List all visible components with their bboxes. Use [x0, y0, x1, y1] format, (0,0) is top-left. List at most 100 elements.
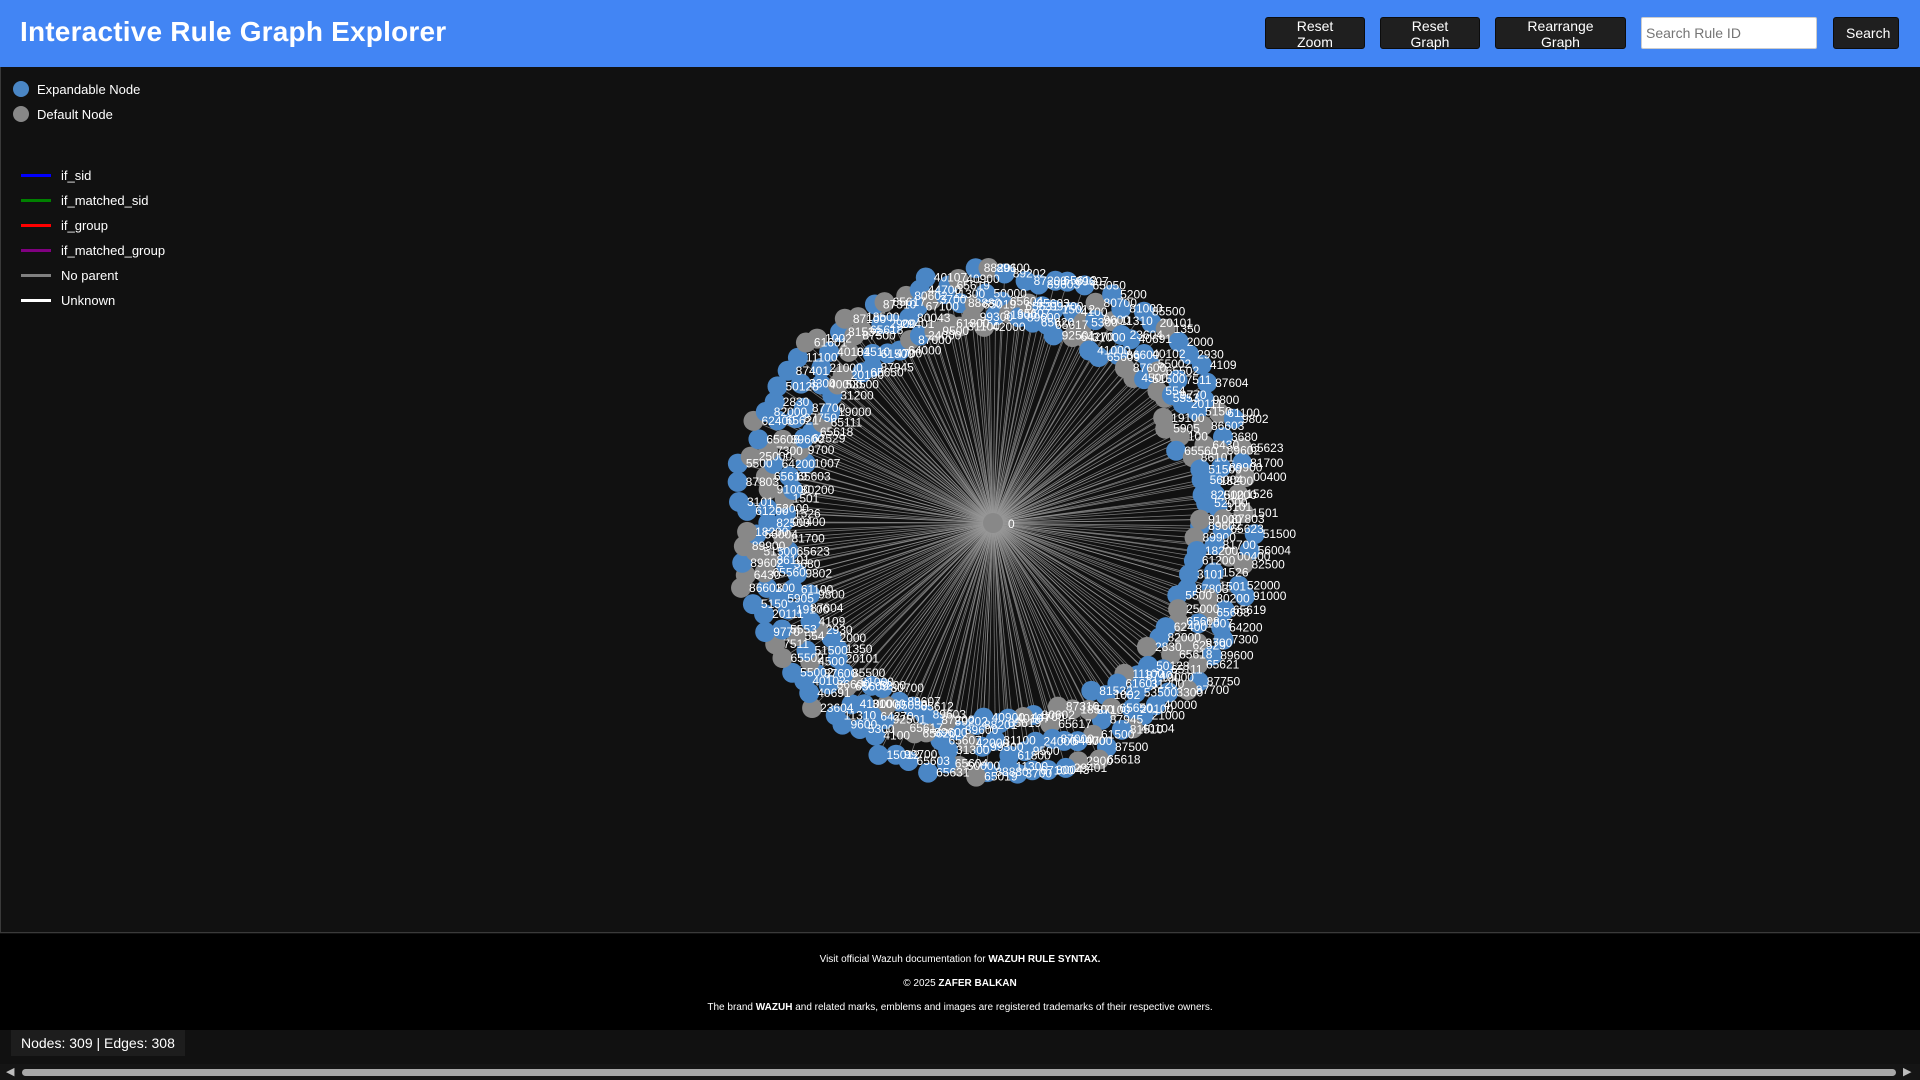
- node-label: 5200: [1120, 287, 1147, 301]
- node-label: 81532: [1099, 684, 1133, 698]
- default-node[interactable]: [1190, 509, 1211, 530]
- footer-doc-text: Visit official Wazuh documentation for: [819, 954, 989, 965]
- edge-swatch: [21, 198, 51, 202]
- expandable-node[interactable]: [742, 594, 763, 615]
- node-label: 55002: [800, 666, 834, 680]
- node-label: 7511: [1186, 373, 1212, 387]
- legend-item-expandable-node: Expandable Node: [13, 80, 140, 98]
- node-label: 4109: [1210, 358, 1237, 372]
- triangle-right-icon[interactable]: ▶: [1903, 1065, 1911, 1078]
- rule-graph[interactable]: 8960265623515008990081700 560041820000400…: [1, 67, 1920, 933]
- node-label: 87604: [1215, 376, 1249, 390]
- graph-edge: [992, 378, 1145, 524]
- node-label: 00400: [1253, 470, 1287, 484]
- search-button[interactable]: Search: [1833, 17, 1899, 49]
- node-label: 1350: [1174, 322, 1201, 336]
- edge-swatch: [21, 223, 51, 227]
- expandable-node[interactable]: [868, 744, 889, 765]
- node-label: 1526: [1222, 565, 1249, 579]
- node-label: 65623: [797, 544, 831, 558]
- copyright-text: © 2025: [903, 978, 939, 989]
- expandable-node[interactable]: [748, 429, 769, 450]
- default-node[interactable]: [1136, 636, 1157, 657]
- legend-label: if_sid: [61, 167, 92, 183]
- node-label: 40691: [1139, 332, 1173, 346]
- graph-stats: Nodes: 309 | Edges: 308: [11, 1030, 185, 1056]
- node-label: 87401: [796, 364, 830, 378]
- root-node[interactable]: [983, 513, 1003, 533]
- legend-label: if_group: [61, 217, 108, 233]
- legend-label: if_matched_sid: [61, 192, 149, 208]
- legend-label: Expandable Node: [37, 81, 141, 97]
- node-label: 82500: [1251, 557, 1285, 571]
- search-rule-id-input[interactable]: [1641, 17, 1817, 49]
- scrollbar-thumb[interactable]: [22, 1069, 1896, 1076]
- node-label: 5500: [1185, 588, 1212, 602]
- wazuh-rule-syntax-link[interactable]: WAZUH RULE SYNTAX.: [988, 954, 1100, 965]
- legend-item-default-node: Default Node: [13, 105, 113, 123]
- legend-item-if-sid: if_sid: [13, 166, 91, 184]
- node-label: 19000: [838, 405, 872, 419]
- legend-label: Default Node: [37, 106, 113, 122]
- legend-item-no-parent: No parent: [13, 266, 118, 284]
- footer: Visit official Wazuh documentation for W…: [0, 934, 1920, 1030]
- triangle-left-icon[interactable]: ◀: [6, 1065, 14, 1078]
- legend-label: if_matched_group: [61, 242, 166, 258]
- node-label: 100: [1188, 429, 1208, 443]
- node-label: 18200: [1220, 474, 1254, 488]
- node-label: 80200: [801, 483, 835, 497]
- node-label: 40691: [817, 686, 851, 700]
- reset-zoom-button[interactable]: Reset Zoom: [1265, 17, 1365, 50]
- footer-copyright-line: © 2025 ZAFER BALKAN: [0, 978, 1920, 989]
- footer-doc-line: Visit official Wazuh documentation for W…: [0, 954, 1920, 965]
- expandable-node-swatch: [13, 81, 29, 97]
- expandable-node[interactable]: [1081, 680, 1102, 701]
- node-label: 65502: [790, 651, 824, 665]
- graph-canvas-area[interactable]: 89602 65623 51500 89900 81700 56004 18200 00400…: [0, 67, 1920, 933]
- edge-swatch: [21, 173, 51, 177]
- node-label: 51500: [1263, 527, 1297, 541]
- node-label: 87945: [880, 360, 914, 374]
- node-label: 81700: [1250, 456, 1284, 470]
- node-label: 61100: [801, 582, 834, 596]
- app-title: Interactive Rule Graph Explorer: [20, 16, 447, 47]
- legend-item-unknown: Unknown: [13, 291, 115, 309]
- trademark-prefix: The brand: [707, 1002, 756, 1013]
- node-label: 9802: [1242, 412, 1269, 426]
- node-label: 87803: [1231, 512, 1265, 526]
- author-name: ZAFER BALKAN: [938, 978, 1017, 989]
- node-label: 11310: [1120, 314, 1153, 328]
- edge-swatch: [21, 248, 51, 252]
- node-label: 5150: [761, 597, 788, 611]
- rearrange-graph-button[interactable]: Rearrange Graph: [1495, 17, 1626, 50]
- node-label: 1007: [814, 456, 841, 470]
- root-node-label: 0: [1008, 517, 1015, 531]
- edge-swatch: [21, 298, 51, 302]
- legend-item-if-matched-group: if_matched_group: [13, 241, 165, 259]
- expandable-node[interactable]: [729, 491, 750, 512]
- node-label: 7300: [1232, 633, 1259, 647]
- node-label: 7511: [783, 637, 809, 651]
- node-label: 15012: [886, 748, 920, 762]
- default-node-swatch: [13, 106, 29, 122]
- expandable-node[interactable]: [755, 622, 776, 643]
- node-label: 9770: [773, 625, 800, 639]
- node-label: 6430: [754, 568, 781, 582]
- graph-edge: [992, 522, 1160, 638]
- node-label: 2830: [1155, 640, 1182, 654]
- node-label: 23604: [820, 701, 854, 715]
- node-label: 86603: [749, 581, 783, 595]
- reset-graph-button[interactable]: Reset Graph: [1380, 17, 1480, 50]
- graph-edge: [992, 322, 1034, 524]
- expandable-node[interactable]: [727, 471, 748, 492]
- node-label: 65603: [797, 469, 831, 483]
- node-label: 91000: [1253, 589, 1287, 603]
- edge-swatch: [21, 273, 51, 277]
- legend-item-if-group: if_group: [13, 216, 108, 234]
- horizontal-scrollbar[interactable]: ◀ ▶: [0, 1064, 1920, 1080]
- app-header: Interactive Rule Graph Explorer Reset Zo…: [0, 0, 1920, 67]
- trademark-brand: WAZUH: [755, 1002, 793, 1013]
- legend-item-if-matched-sid: if_matched_sid: [13, 191, 148, 209]
- node-label: 65623: [1250, 441, 1284, 455]
- node-label: 3101: [747, 495, 774, 509]
